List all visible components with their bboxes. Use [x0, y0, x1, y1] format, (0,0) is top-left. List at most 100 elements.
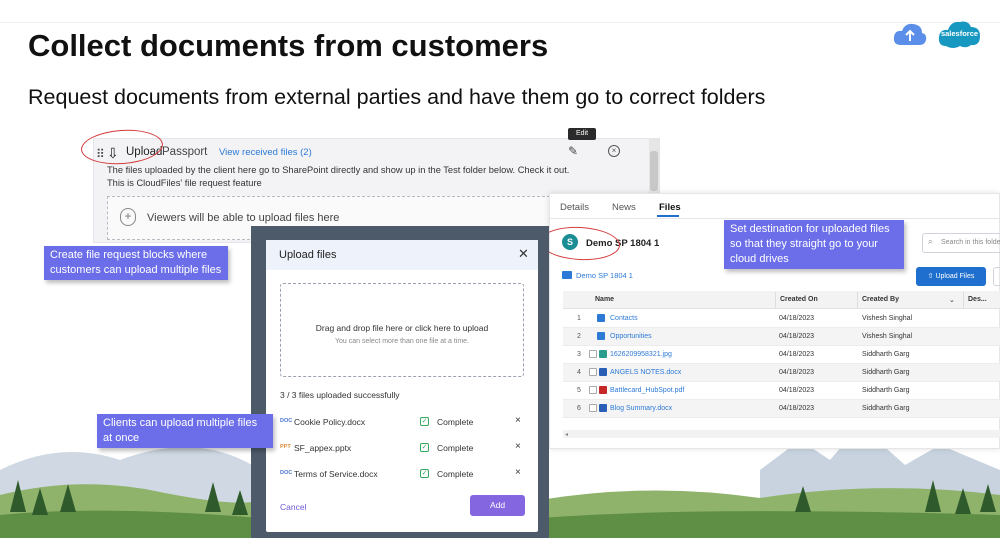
- folder-icon: [597, 332, 605, 340]
- ppt-file-icon: PPT: [280, 444, 291, 450]
- file-status: Complete: [437, 469, 474, 479]
- salesforce-logo: salesforce: [938, 18, 981, 50]
- column-created-on[interactable]: Created On: [780, 296, 818, 303]
- table-row[interactable]: 5 Battlecard_HubSpot.pdf 04/18/2023 Sidd…: [563, 382, 1000, 400]
- created-by: Siddharth Garg: [862, 405, 910, 412]
- column-description[interactable]: Des...: [968, 296, 987, 303]
- row-checkbox[interactable]: [589, 404, 597, 412]
- file-name[interactable]: 1626209958321.jpg: [610, 351, 672, 358]
- file-dropzone[interactable]: Drag and drop file here or click here to…: [280, 283, 524, 377]
- file-row: DOC Cookie Policy.docx ✓ Complete ×: [280, 415, 526, 435]
- callout-file-request-blocks: Create file request blocks where custome…: [44, 246, 228, 280]
- close-icon[interactable]: ✕: [518, 246, 529, 262]
- created-by: Vishesh Singhal: [862, 315, 913, 322]
- file-status: Complete: [437, 443, 474, 453]
- more-actions-button[interactable]: [993, 267, 1000, 286]
- created-by: Siddharth Garg: [862, 351, 910, 358]
- add-button[interactable]: Add: [470, 495, 525, 516]
- search-input[interactable]: Search in this folder: [922, 233, 1000, 253]
- breadcrumb[interactable]: Demo SP 1804 1: [576, 271, 633, 280]
- table-row[interactable]: 3 1626209958321.jpg 04/18/2023 Siddharth…: [563, 346, 1000, 364]
- tabs-divider: [549, 218, 1000, 219]
- check-icon: ✓: [420, 417, 429, 426]
- top-divider: [0, 22, 1000, 23]
- row-checkbox[interactable]: [589, 386, 597, 394]
- cloud-upload-icon: [893, 23, 927, 45]
- tab-files[interactable]: Files: [659, 202, 681, 213]
- salesforce-logo-text: salesforce: [940, 29, 979, 38]
- scrollbar-thumb[interactable]: [650, 151, 658, 191]
- created-on: 04/18/2023: [779, 369, 815, 376]
- upload-count: 3 / 3 files uploaded successfully: [280, 390, 400, 400]
- view-received-files-link[interactable]: View received files (2): [219, 147, 312, 158]
- active-tab-indicator: [657, 215, 679, 217]
- dropzone-hint: You can select more than one file at a t…: [335, 338, 469, 345]
- row-number: 5: [577, 387, 581, 394]
- image-file-icon: [599, 350, 607, 358]
- add-file-icon: +: [120, 208, 136, 226]
- row-number: 4: [577, 369, 581, 376]
- table-row[interactable]: 2 Opportunities 04/18/2023 Vishesh Singh…: [563, 328, 1000, 346]
- remove-file-icon[interactable]: ×: [515, 415, 521, 426]
- modal-title: Upload files: [279, 249, 337, 261]
- folder-icon: [562, 271, 572, 279]
- search-icon: ⌕: [928, 237, 933, 246]
- edit-pencil-icon[interactable]: ✎: [568, 144, 578, 158]
- created-on: 04/18/2023: [779, 387, 815, 394]
- table-row[interactable]: 4 ANGELS NOTES.docx 04/18/2023 Siddharth…: [563, 364, 1000, 382]
- column-separator: [775, 292, 776, 308]
- table-row[interactable]: 6 Blog Summary.docx 04/18/2023 Siddharth…: [563, 400, 1000, 418]
- file-status: Complete: [437, 417, 474, 427]
- created-by: Siddharth Garg: [862, 387, 910, 394]
- remove-circle-icon[interactable]: ×: [608, 145, 620, 157]
- created-on: 04/18/2023: [779, 333, 815, 340]
- chevron-down-icon[interactable]: ⌄: [949, 296, 955, 304]
- slide-subtitle: Request documents from external parties …: [28, 85, 766, 109]
- upload-files-label: Upload Files: [935, 273, 975, 280]
- tab-details[interactable]: Details: [560, 202, 589, 213]
- block-description: The files uploaded by the client here go…: [107, 165, 570, 188]
- folder-icon: [597, 314, 605, 322]
- upload-files-button[interactable]: ⇧ Upload Files: [916, 267, 986, 286]
- doc-file-icon: DOC: [280, 418, 293, 424]
- row-number: 3: [577, 351, 581, 358]
- created-on: 04/18/2023: [779, 351, 815, 358]
- horizontal-scrollbar[interactable]: ◂: [563, 430, 1000, 438]
- file-row: PPT SF_appex.pptx ✓ Complete ×: [280, 441, 526, 461]
- column-name[interactable]: Name: [595, 296, 614, 303]
- word-file-icon: [599, 404, 607, 412]
- check-icon: ✓: [420, 443, 429, 452]
- created-on: 04/18/2023: [779, 405, 815, 412]
- check-icon: ✓: [420, 469, 429, 478]
- scroll-left-icon[interactable]: ◂: [565, 431, 568, 438]
- row-checkbox[interactable]: [589, 350, 597, 358]
- file-name[interactable]: ANGELS NOTES.docx: [610, 369, 681, 376]
- row-number: 6: [577, 405, 581, 412]
- column-created-by[interactable]: Created By: [862, 296, 899, 303]
- created-by: Vishesh Singhal: [862, 333, 913, 340]
- file-name[interactable]: Contacts: [610, 315, 638, 322]
- tab-news[interactable]: News: [612, 202, 636, 213]
- block-name: Passport: [162, 146, 208, 158]
- file-name: SF_appex.pptx: [294, 443, 352, 453]
- file-name: Terms of Service.docx: [294, 469, 378, 479]
- file-name[interactable]: Opportunities: [610, 333, 652, 340]
- column-separator: [963, 292, 964, 308]
- cancel-button[interactable]: Cancel: [280, 502, 306, 512]
- created-on: 04/18/2023: [779, 315, 815, 322]
- file-name: Cookie Policy.docx: [294, 417, 366, 427]
- slide: Collect documents from customers Request…: [0, 0, 1000, 538]
- file-row: DOC Terms of Service.docx ✓ Complete ×: [280, 467, 526, 487]
- file-name[interactable]: Blog Summary.docx: [610, 405, 672, 412]
- edit-tooltip: Edit: [568, 128, 596, 140]
- row-number: 1: [577, 315, 581, 322]
- row-checkbox[interactable]: [589, 368, 597, 376]
- dropzone-text: Drag and drop file here or click here to…: [315, 323, 489, 333]
- file-name[interactable]: Battlecard_HubSpot.pdf: [610, 387, 684, 394]
- column-separator: [857, 292, 858, 308]
- remove-file-icon[interactable]: ×: [515, 441, 521, 452]
- word-file-icon: [599, 368, 607, 376]
- remove-file-icon[interactable]: ×: [515, 467, 521, 478]
- created-by: Siddharth Garg: [862, 369, 910, 376]
- table-row[interactable]: 1 Contacts 04/18/2023 Vishesh Singhal: [563, 310, 1000, 328]
